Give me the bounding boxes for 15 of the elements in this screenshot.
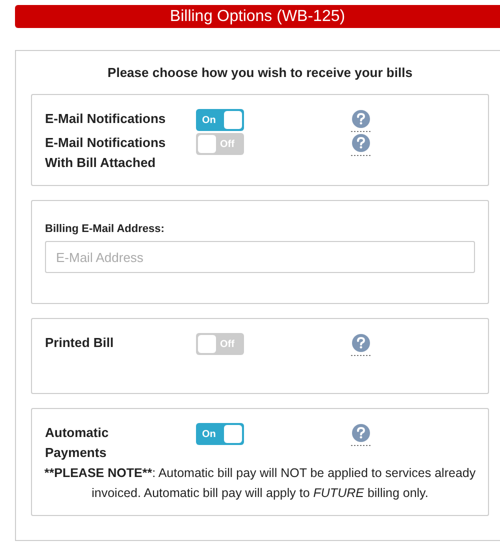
option-label: E-Mail Notifications <box>45 110 167 128</box>
help-icon[interactable] <box>350 333 372 357</box>
note-text: **PLEASE NOTE**: Automatic bill pay will NOT be applied to services already invoiced. Automatic bill pay will apply to FUTURE billing only. <box>43 465 477 502</box>
help-icon[interactable] <box>350 109 372 133</box>
option-label: Printed Bill <box>45 334 115 352</box>
option-label: Automatic Payments <box>45 424 110 462</box>
email-field[interactable]: E-Mail Address <box>45 241 475 273</box>
toggle-switch[interactable]: On <box>196 423 244 445</box>
toggle-switch[interactable]: On <box>196 109 244 131</box>
title-bar: Billing Options (WB-125) <box>15 5 500 28</box>
instruction-text: Please choose how you wish to receive your bills <box>106 65 414 80</box>
help-icon[interactable] <box>350 133 372 157</box>
help-icon[interactable] <box>350 423 372 447</box>
option-label: E-Mail Notifications With Bill Attached <box>45 134 167 172</box>
field-label: Billing E-Mail Address: <box>45 223 166 235</box>
